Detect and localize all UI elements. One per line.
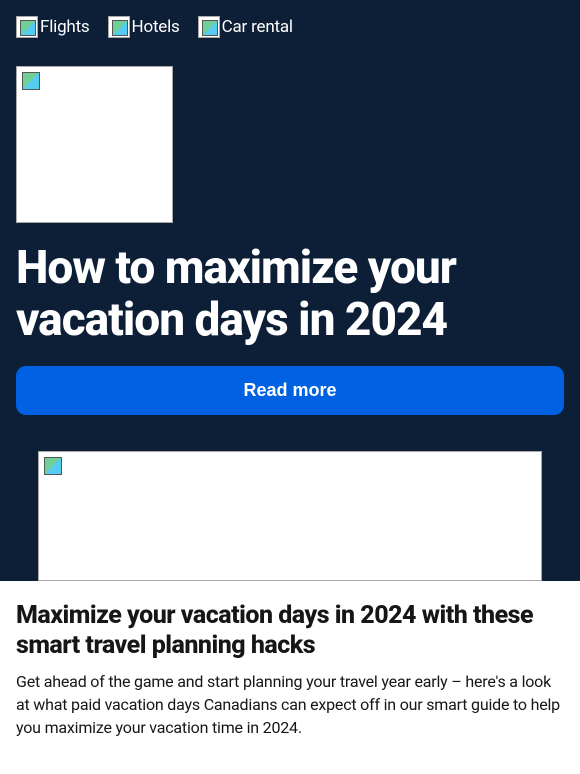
hero-image	[16, 66, 173, 223]
hero-headline: How to maximize your vacation days in 20…	[16, 243, 564, 346]
hero-wide-image-wrap	[16, 451, 564, 581]
nav-hotels[interactable]: Hotels	[108, 16, 180, 38]
nav-hotels-label: Hotels	[132, 17, 180, 37]
article-body: Get ahead of the game and start planning…	[16, 670, 564, 740]
hero-section: Flights Hotels Car rental How to maximiz…	[0, 0, 580, 581]
hotels-icon	[108, 16, 130, 38]
nav-flights-label: Flights	[40, 17, 90, 37]
nav-car-rental-label: Car rental	[222, 17, 293, 37]
article-section: Maximize your vacation days in 2024 with…	[0, 581, 580, 764]
top-nav: Flights Hotels Car rental	[16, 16, 564, 38]
article-title: Maximize your vacation days in 2024 with…	[16, 601, 564, 660]
car-rental-icon	[198, 16, 220, 38]
nav-car-rental[interactable]: Car rental	[198, 16, 293, 38]
flights-icon	[16, 16, 38, 38]
hero-wide-image	[38, 451, 542, 581]
read-more-button[interactable]: Read more	[16, 366, 564, 415]
nav-flights[interactable]: Flights	[16, 16, 90, 38]
